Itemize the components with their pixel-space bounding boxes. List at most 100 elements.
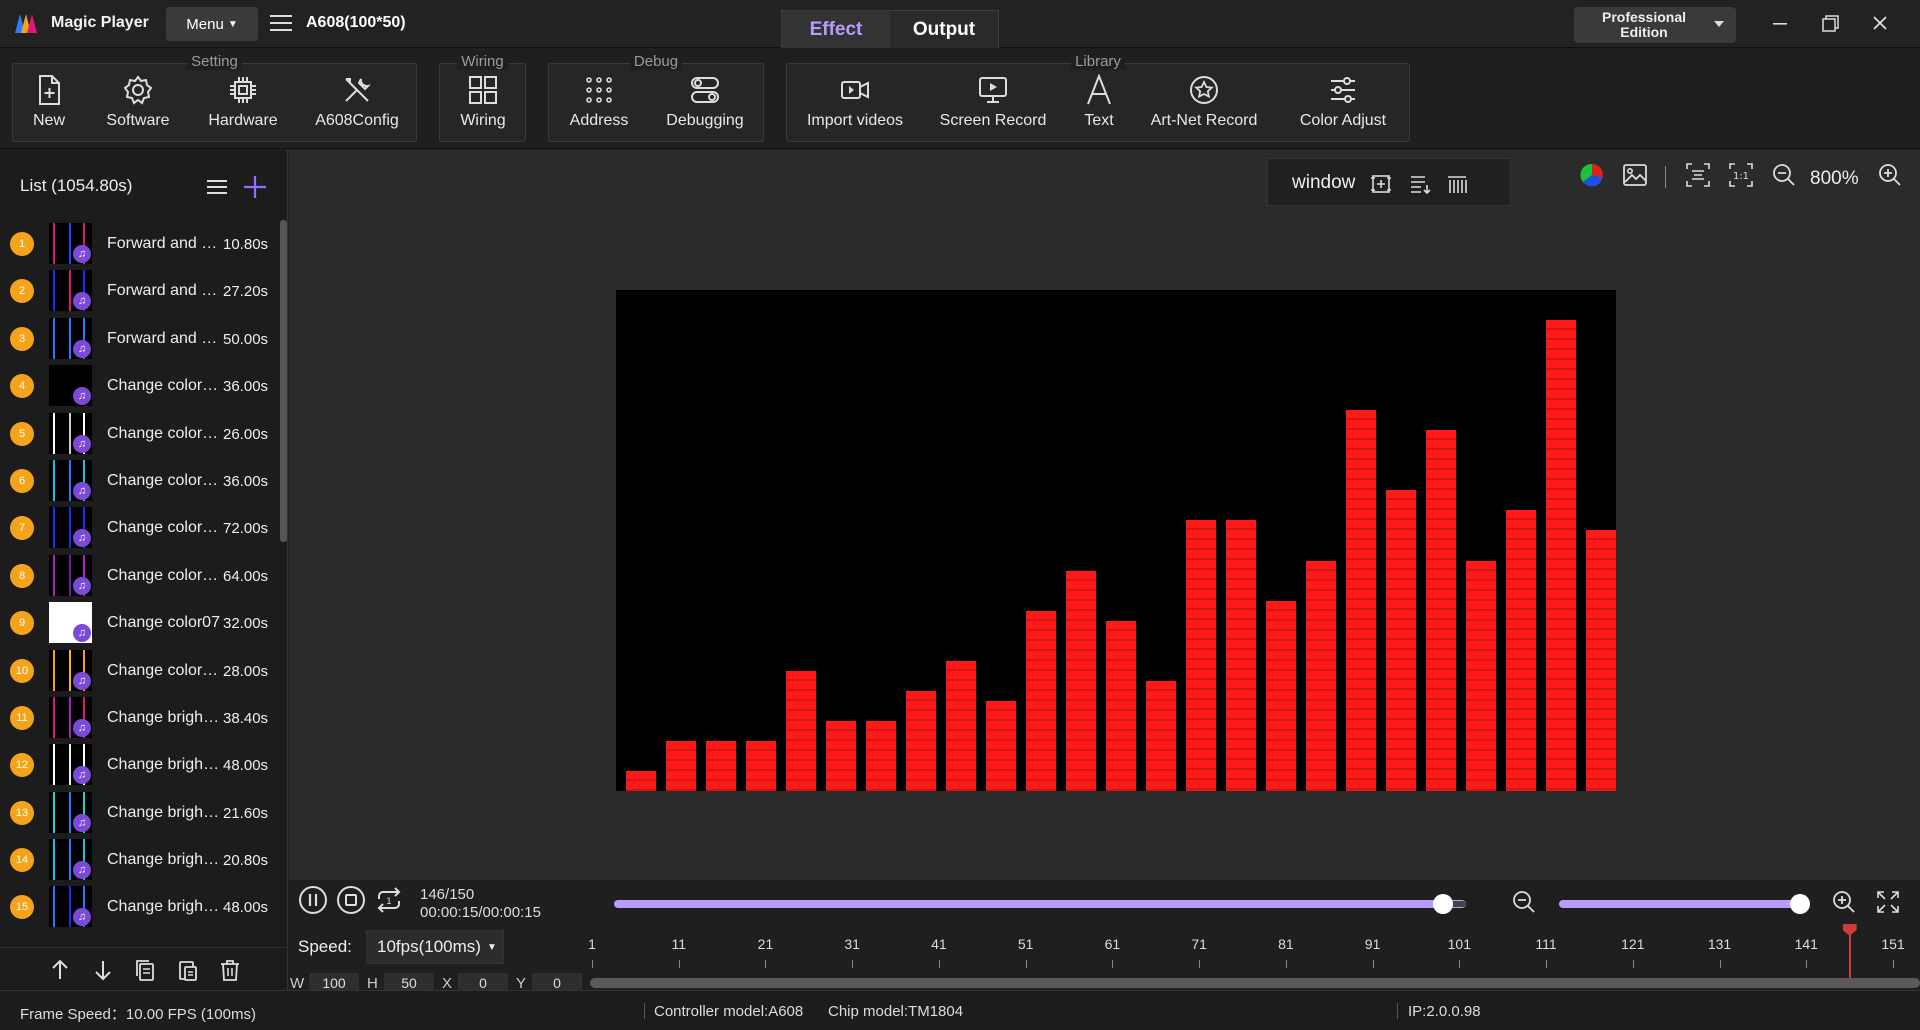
list-item[interactable]: 14 ♫ Change brigh… 20.80s bbox=[0, 836, 278, 883]
tick-mark bbox=[1719, 960, 1721, 968]
image-icon[interactable] bbox=[1622, 162, 1648, 188]
led-preview-canvas[interactable] bbox=[616, 290, 1616, 791]
menu-button[interactable]: Menu ▼ bbox=[166, 7, 258, 41]
tick-mark bbox=[1546, 960, 1548, 968]
columns-icon[interactable] bbox=[1446, 173, 1468, 195]
level-bar bbox=[1386, 490, 1416, 791]
hamburger-icon[interactable] bbox=[268, 12, 294, 34]
add-icon[interactable] bbox=[241, 173, 269, 201]
delete-icon[interactable] bbox=[218, 958, 242, 982]
paste-icon[interactable] bbox=[176, 958, 200, 982]
list-item[interactable]: 8 ♫ Change color … 64.00s bbox=[0, 552, 278, 599]
minimize-icon[interactable] bbox=[1766, 10, 1794, 36]
timeline-zoom-handle[interactable] bbox=[1789, 894, 1810, 914]
import-videos-button[interactable]: Import videos bbox=[795, 74, 915, 138]
hardware-button[interactable]: Hardware bbox=[193, 74, 293, 138]
a608config-button[interactable]: A608Config bbox=[303, 74, 411, 138]
tick-mark bbox=[1459, 960, 1461, 968]
list-item[interactable]: 4 ♫ Change color … 36.00s bbox=[0, 362, 278, 409]
wiring-button[interactable]: Wiring bbox=[448, 74, 518, 138]
timeline-zoom-slider[interactable] bbox=[1559, 900, 1810, 908]
new-button[interactable]: New bbox=[19, 74, 79, 138]
color-wheel-icon[interactable] bbox=[1579, 162, 1605, 188]
music-note-icon: ♫ bbox=[73, 671, 91, 690]
screen-record-button[interactable]: Screen Record bbox=[933, 74, 1053, 138]
timeline-zoom-in-icon[interactable] bbox=[1831, 889, 1857, 915]
tab-effect[interactable]: Effect bbox=[782, 11, 890, 48]
timeline-scrollbar[interactable] bbox=[590, 978, 1920, 988]
align-center-icon[interactable] bbox=[1685, 162, 1711, 188]
close-icon[interactable] bbox=[1866, 10, 1894, 36]
list-item[interactable]: 15 ♫ Change brigh… 48.00s bbox=[0, 883, 278, 930]
loop-icon[interactable]: 1 bbox=[374, 885, 404, 915]
pause-icon[interactable] bbox=[298, 885, 328, 915]
debug-group-label: Debug bbox=[629, 53, 683, 70]
list-actions bbox=[0, 947, 288, 990]
text-icon bbox=[1087, 74, 1111, 105]
list-item[interactable]: 5 ♫ Change color … 26.00s bbox=[0, 410, 278, 457]
list-item[interactable]: 9 ♫ Change color07 32.00s bbox=[0, 599, 278, 646]
list-item[interactable]: 7 ♫ Change color … 72.00s bbox=[0, 504, 278, 551]
zoom-in-icon[interactable] bbox=[1877, 162, 1903, 188]
actual-size-icon[interactable]: 1:1 bbox=[1728, 162, 1754, 188]
tick-label: 141 bbox=[1794, 936, 1818, 952]
tick-mark bbox=[592, 960, 593, 968]
toolbar: Setting New Software Hardware A608Config… bbox=[0, 48, 1920, 149]
item-name: Change brigh… bbox=[107, 803, 220, 821]
move-down-icon[interactable] bbox=[91, 958, 115, 982]
list-item[interactable]: 6 ♫ Change color … 36.00s bbox=[0, 457, 278, 504]
status-bar: Frame Speed：10.00 FPS (100ms) Controller… bbox=[0, 990, 1920, 1030]
debugging-button[interactable]: Debugging bbox=[655, 74, 755, 138]
zoom-out-icon[interactable] bbox=[1771, 162, 1797, 188]
level-bar bbox=[1106, 620, 1136, 791]
list-item[interactable]: 10 ♫ Change color … 28.00s bbox=[0, 647, 278, 694]
artnet-record-button[interactable]: Art-Net Record bbox=[1141, 74, 1267, 138]
list-item[interactable]: 1 ♫ Forward and r… 10.80s bbox=[0, 220, 278, 267]
seek-slider[interactable] bbox=[614, 900, 1466, 908]
text-button[interactable]: Text bbox=[1069, 74, 1129, 138]
color-adjust-button[interactable]: Color Adjust bbox=[1281, 74, 1405, 138]
import-videos-label: Import videos bbox=[806, 112, 904, 129]
item-duration: 48.00s bbox=[223, 757, 269, 775]
item-thumbnail: ♫ bbox=[49, 886, 92, 928]
music-note-icon: ♫ bbox=[73, 339, 91, 358]
list-item[interactable]: 2 ♫ Forward and r… 27.20s bbox=[0, 267, 278, 314]
seek-handle[interactable] bbox=[1432, 894, 1453, 914]
tick-label: 21 bbox=[757, 936, 774, 952]
list-item[interactable]: 13 ♫ Change brigh… 21.60s bbox=[0, 789, 278, 836]
software-button[interactable]: Software bbox=[93, 74, 183, 138]
fullscreen-icon[interactable] bbox=[1876, 890, 1900, 914]
move-up-icon[interactable] bbox=[48, 958, 72, 982]
item-duration: 50.00s bbox=[223, 330, 269, 348]
tick-mark bbox=[1893, 960, 1894, 968]
edition-dropdown[interactable]: Professional Edition bbox=[1574, 7, 1736, 43]
level-bar bbox=[786, 670, 816, 791]
speed-dropdown[interactable]: 10fps(100ms) ▼ bbox=[366, 930, 504, 964]
level-bar bbox=[826, 720, 856, 791]
item-name: Change color07 bbox=[107, 614, 220, 632]
item-duration: 36.00s bbox=[223, 378, 269, 396]
item-duration: 36.00s bbox=[223, 472, 269, 490]
address-button[interactable]: Address bbox=[559, 74, 639, 138]
list-scrollbar[interactable] bbox=[280, 220, 287, 542]
timeline-zoom-out-icon[interactable] bbox=[1511, 889, 1537, 915]
restore-icon[interactable] bbox=[1816, 10, 1844, 36]
list-item[interactable]: 11 ♫ Change brigh… 38.40s bbox=[0, 694, 278, 741]
playhead[interactable] bbox=[1848, 924, 1851, 978]
list-item[interactable]: 12 ♫ Change brigh… 48.00s bbox=[0, 741, 278, 788]
list-item[interactable]: 3 ♫ Forward and r… 50.00s bbox=[0, 315, 278, 362]
level-bar bbox=[666, 740, 696, 791]
setting-group-label: Setting bbox=[187, 53, 242, 70]
tick-mark bbox=[1632, 960, 1634, 968]
tab-output[interactable]: Output bbox=[890, 11, 998, 48]
list-menu-icon[interactable] bbox=[205, 176, 229, 198]
window-label[interactable]: window bbox=[1292, 172, 1355, 194]
list-sort-icon[interactable] bbox=[1409, 173, 1431, 195]
stop-icon[interactable] bbox=[336, 885, 366, 915]
item-thumbnail: ♫ bbox=[49, 839, 92, 881]
item-thumbnail: ♫ bbox=[49, 649, 92, 691]
mode-tabs: Effect Output bbox=[781, 10, 999, 48]
timeline-ruler[interactable]: 1 11 21 31 41 51 61 71 81 91 101 111 121 131 141 151 bbox=[588, 930, 1920, 970]
copy-icon[interactable] bbox=[133, 958, 157, 982]
fit-frame-icon[interactable] bbox=[1370, 173, 1392, 195]
